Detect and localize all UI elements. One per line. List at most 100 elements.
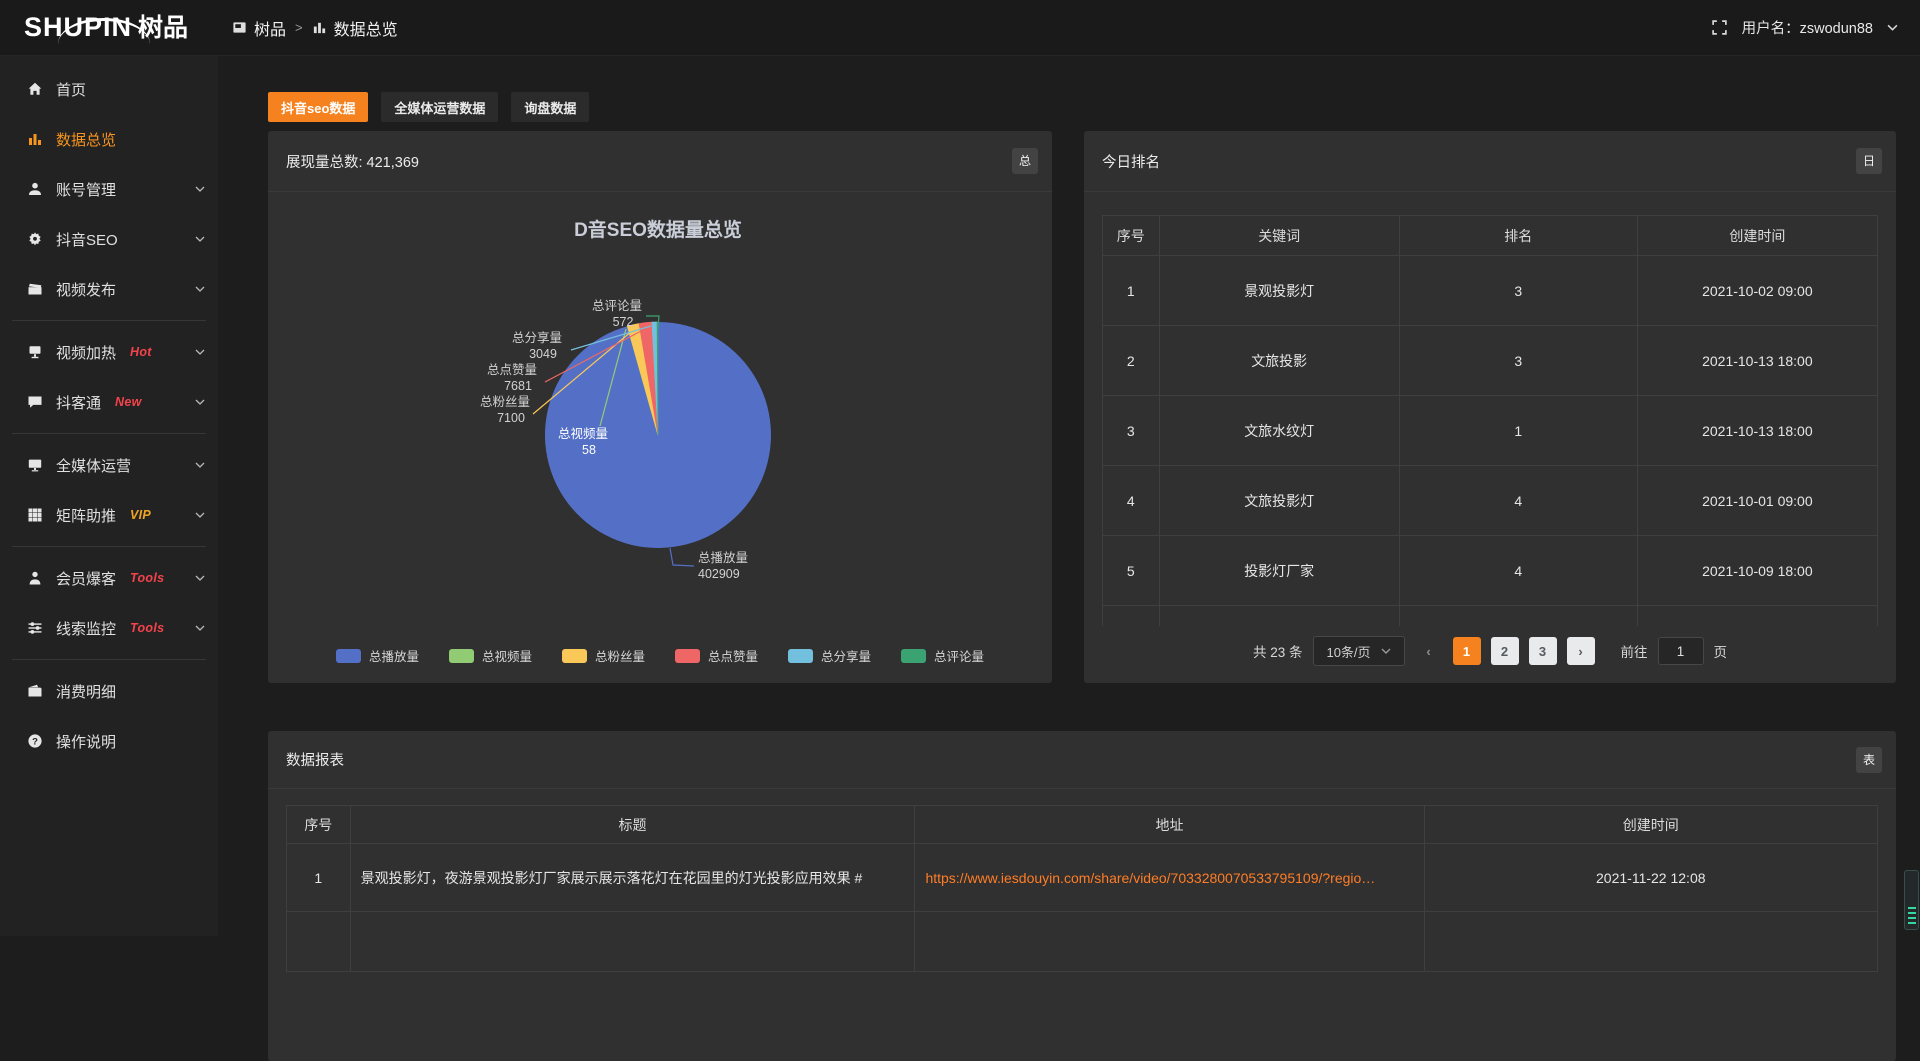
legend-label: 总播放量: [369, 646, 419, 665]
legend-item-总视频量[interactable]: 总视频量: [449, 646, 532, 665]
sidebar-divider: [12, 320, 206, 321]
sidebar-item-person[interactable]: 会员爆客Tools: [0, 553, 218, 603]
table-cell: [1637, 606, 1877, 626]
goto-page-input[interactable]: 1: [1658, 637, 1704, 665]
column-header: 地址: [915, 806, 1424, 844]
sidebar-divider: [12, 659, 206, 660]
fullscreen-icon[interactable]: [1711, 19, 1728, 36]
table-cell: [1399, 606, 1637, 626]
table-cell: 4: [1399, 466, 1637, 536]
legend-label: 总分享量: [821, 646, 871, 665]
chevron-down-icon: [195, 186, 205, 192]
table-cell: 2021-10-13 18:00: [1637, 326, 1877, 396]
clapper-icon: [26, 281, 43, 297]
breadcrumb-current[interactable]: 数据总览: [334, 16, 398, 40]
sidebar-item-clapper[interactable]: 视频发布: [0, 264, 218, 314]
tab-询盘数据[interactable]: 询盘数据: [511, 92, 589, 122]
sidebar-item-monitor[interactable]: 全媒体运营: [0, 440, 218, 490]
overview-total-button[interactable]: 总: [1012, 148, 1038, 174]
report-table: 序号标题地址创建时间1景观投影灯，夜游景观投影灯厂家展示展示落花灯在花园里的灯光…: [286, 805, 1878, 972]
table-cell: 3: [1399, 326, 1637, 396]
sidebar-item-gear[interactable]: 抖音SEO: [0, 214, 218, 264]
chevron-down-icon: [195, 512, 205, 518]
column-header: 标题: [350, 806, 915, 844]
pie-label-总粉丝量: 总粉丝量7100: [480, 394, 530, 425]
bar-chart-icon: [26, 131, 43, 147]
report-table-button[interactable]: 表: [1856, 747, 1882, 773]
pagination: 共 23 条 10条/页 ‹ 123 › 前往 1 页: [1084, 633, 1896, 669]
sidebar-item-label: 全媒体运营: [56, 455, 131, 476]
legend-label: 总视频量: [482, 646, 532, 665]
report-link[interactable]: https://www.iesdouyin.com/share/video/70…: [925, 870, 1375, 886]
tab-抖音seo数据[interactable]: 抖音seo数据: [268, 92, 368, 122]
username[interactable]: 用户名：zswodun88: [1742, 17, 1873, 38]
panel-overview: 展现量总数: 421,369 总 D音SEO数据量总览总播放量402909总视频…: [268, 131, 1052, 683]
legend-label: 总评论量: [934, 646, 984, 665]
chat-icon: [26, 394, 43, 410]
page-button-1[interactable]: 1: [1453, 637, 1481, 665]
sidebar-item-badge: Tools: [130, 571, 164, 585]
logo[interactable]: SHUPIN 树品: [0, 14, 218, 41]
page-button-2[interactable]: 2: [1491, 637, 1519, 665]
floating-widget[interactable]: [1904, 870, 1919, 930]
sidebar-item-question[interactable]: ?操作说明: [0, 716, 218, 766]
sidebar-item-label: 首页: [56, 79, 86, 100]
legend-item-总播放量[interactable]: 总播放量: [336, 646, 419, 665]
sidebar-item-label: 消费明细: [56, 681, 116, 702]
pie-chart: D音SEO数据量总览总播放量402909总视频量58总粉丝量7100总点赞量76…: [268, 192, 1052, 683]
chevron-down-icon: [195, 286, 205, 292]
sidebar-item-label: 抖音SEO: [56, 229, 118, 250]
legend-swatch: [562, 649, 587, 663]
table-cell: [1159, 606, 1399, 626]
sidebar-item-chat[interactable]: 抖客通New: [0, 377, 218, 427]
table-cell: [1103, 606, 1160, 626]
panel-report: 数据报表 表 序号标题地址创建时间1景观投影灯，夜游景观投影灯厂家展示展示落花灯…: [268, 731, 1896, 1061]
table-cell: 2: [1103, 326, 1160, 396]
gear-icon: [26, 231, 43, 247]
pie-label-line-总播放量: [670, 548, 694, 566]
column-header: 创建时间: [1637, 216, 1877, 256]
table-row: 4文旅投影灯42021-10-01 09:00: [1103, 466, 1878, 536]
legend-item-总点赞量[interactable]: 总点赞量: [675, 646, 758, 665]
legend-item-总评论量[interactable]: 总评论量: [901, 646, 984, 665]
breadcrumb-home[interactable]: 树品: [254, 16, 286, 40]
legend-item-总粉丝量[interactable]: 总粉丝量: [562, 646, 645, 665]
svg-text:?: ?: [32, 736, 38, 747]
goto-unit-label: 页: [1714, 641, 1728, 661]
page-button-3[interactable]: 3: [1529, 637, 1557, 665]
report-title-cell: 景观投影灯，夜游景观投影灯厂家展示展示落花灯在花园里的灯光投影应用效果 #: [350, 844, 915, 912]
legend-item-总分享量[interactable]: 总分享量: [788, 646, 871, 665]
table-row-partial: [287, 912, 1878, 972]
chevron-down-icon: [1381, 648, 1391, 654]
sidebar-item-heat[interactable]: 视频加热Hot: [0, 327, 218, 377]
sidebar-item-label: 视频发布: [56, 279, 116, 300]
sidebar-item-wallet[interactable]: 消费明细: [0, 666, 218, 716]
sidebar-item-badge: Tools: [130, 621, 164, 635]
topbar: SHUPIN 树品 树品 > 数据总览 用户名：zswodun88: [0, 0, 1920, 56]
table-cell: 文旅水纹灯: [1159, 396, 1399, 466]
pie-label-总播放量: 总播放量402909: [698, 550, 748, 581]
pagination-total: 共 23 条: [1253, 641, 1303, 661]
sidebar-item-badge: New: [115, 395, 142, 409]
page-size-select[interactable]: 10条/页: [1313, 636, 1405, 666]
table-row: 3文旅水纹灯12021-10-13 18:00: [1103, 396, 1878, 466]
sidebar-item-grid[interactable]: 矩阵助推VIP: [0, 490, 218, 540]
sidebar-item-sliders[interactable]: 线索监控Tools: [0, 603, 218, 653]
tab-全媒体运营数据[interactable]: 全媒体运营数据: [381, 92, 498, 122]
sidebar-item-user[interactable]: 账号管理: [0, 164, 218, 214]
table-cell: 2021-10-02 09:00: [1637, 256, 1877, 326]
ranking-day-button[interactable]: 日: [1856, 148, 1882, 174]
wallet-icon: [26, 683, 43, 699]
table-cell: 4: [1103, 466, 1160, 536]
pie-chart-svg[interactable]: D音SEO数据量总览总播放量402909总视频量58总粉丝量7100总点赞量76…: [268, 192, 1052, 683]
next-page-button[interactable]: ›: [1567, 637, 1595, 665]
chevron-down-icon[interactable]: [1887, 24, 1898, 31]
prev-page-button[interactable]: ‹: [1415, 637, 1443, 665]
table-cell: 文旅投影: [1159, 326, 1399, 396]
sidebar-item-home[interactable]: 首页: [0, 64, 218, 114]
table-cell: 1: [287, 844, 351, 912]
sidebar-menu: 首页数据总览账号管理抖音SEO 视频发布视频加热Hot抖客通New 全媒体运营矩阵助…: [0, 64, 218, 766]
legend-label: 总粉丝量: [595, 646, 645, 665]
sidebar-item-bar-chart[interactable]: 数据总览: [0, 114, 218, 164]
panel-ranking-header: 今日排名 日: [1084, 131, 1896, 192]
